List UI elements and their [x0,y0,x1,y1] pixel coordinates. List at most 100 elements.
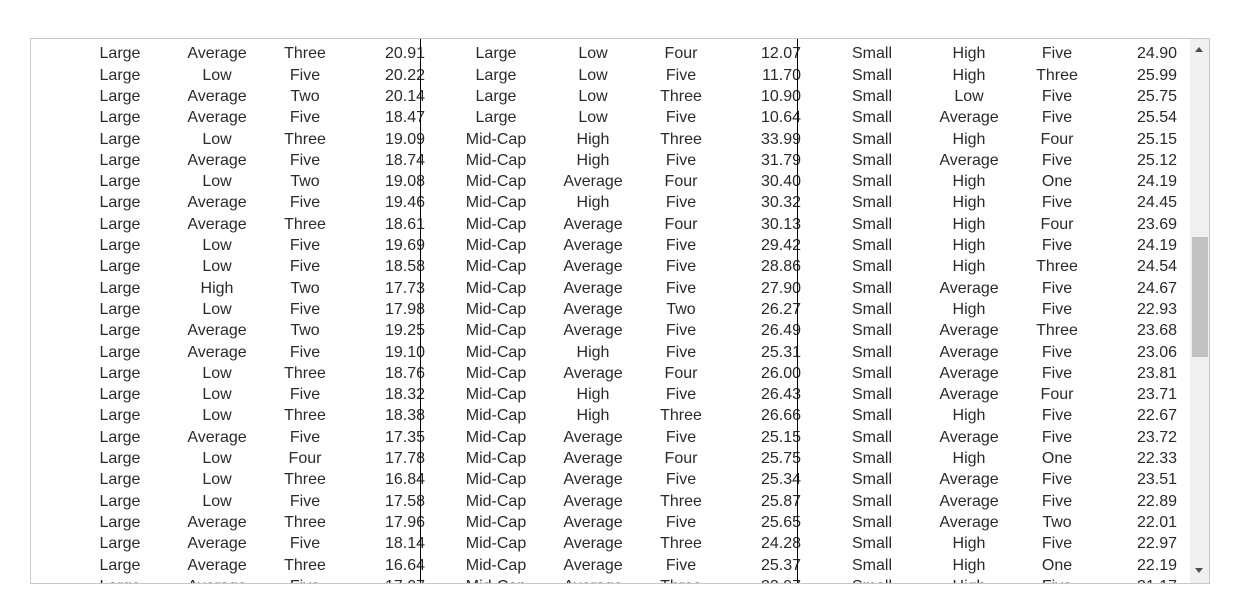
table-row: Large Low Five 11.70 [441,65,817,86]
table-row: SmallHighFive21.17 [817,576,1193,583]
value-cell: 25.15 [1136,130,1177,148]
table-row: Small Average Five 25.54 [817,107,1193,128]
cap-size-cell: Large [99,215,141,233]
value-cell: 26.49 [760,322,801,340]
value-cell: 30.32 [760,194,801,212]
risk-level-cell: Average [563,322,623,340]
rating-cell: Five [1041,194,1073,212]
table-row: Small High Five 24.19 [817,235,1193,256]
table-block-3: Small High Five 24.90 Small High Three 25.99 Sma… [817,39,1193,583]
cap-size-cell: Small [851,194,892,212]
table-row: Small High One 22.33 [817,448,1193,469]
table-row: Large Low Five 17.58 [65,491,441,512]
cap-size-cell: Mid-Cap [465,151,527,169]
rating-cell: Five [1041,300,1073,318]
table-row: Large Low Four 17.78 [65,448,441,469]
rating-cell: Three [284,130,326,148]
value-cell: 25.87 [760,492,801,510]
scrollbar-thumb[interactable] [1192,236,1208,357]
table-row: Large Average Five 18.47 [65,107,441,128]
risk-level-cell: Average [563,492,623,510]
cap-size-cell: Small [851,492,892,510]
rating-cell: Five [665,237,697,254]
value-cell: 25.75 [760,450,801,467]
value-cell: 24.90 [1136,45,1177,63]
value-cell: 31.79 [760,151,801,169]
rating-cell: Three [660,492,702,510]
cap-size-cell: Large [475,87,517,105]
cap-size-cell: Mid-Cap [465,130,527,148]
value-cell: 16.84 [384,471,425,489]
rating-cell: Five [289,386,321,404]
rating-cell: Five [1041,364,1073,382]
cap-size-cell: Large [475,45,517,63]
cap-size-cell: Large [99,87,141,105]
risk-level-cell: High [576,130,610,148]
risk-level-cell: Average [939,492,999,510]
rating-cell: Five [1041,151,1073,169]
table-row: Small Average Three 23.68 [817,320,1193,341]
table-row: Small Average Four 23.71 [817,384,1193,405]
value-cell: 24.19 [1136,237,1177,254]
risk-level-cell: Average [563,237,623,254]
scroll-down-arrow-icon[interactable] [1195,568,1203,573]
cap-size-cell: Mid-Cap [465,194,527,212]
value-cell: 25.54 [1136,109,1177,127]
risk-level-cell: Low [578,45,608,63]
rating-cell: Five [289,343,321,361]
rating-cell: Five [289,300,321,318]
value-cell: 25.99 [1136,66,1177,84]
value-cell: 29.42 [760,237,801,254]
table-row: Mid-Cap Average Four 30.40 [441,171,817,192]
risk-level-cell: Average [939,386,999,404]
rating-cell: Five [665,513,697,531]
value-cell: 22.19 [1136,556,1177,574]
cap-size-cell: Small [851,151,892,169]
table-row: Mid-Cap Average Five 26.49 [441,320,817,341]
risk-level-cell: High [576,386,610,404]
risk-level-cell: High [952,237,986,254]
risk-level-cell: Average [563,428,623,446]
table-row: Small High One 24.19 [817,171,1193,192]
risk-level-cell: High [952,130,986,148]
rating-cell: Three [284,471,326,489]
cap-size-cell: Small [851,535,892,553]
rating-cell: Five [665,556,697,574]
value-cell: 20.91 [384,45,425,63]
rating-cell: Five [1041,471,1073,489]
table-block-2: Large Low Four 12.07 Large Low Five 11.70 Large L… [441,39,817,583]
value-cell: 18.32 [384,386,425,404]
risk-level-cell: Average [939,322,999,340]
cap-size-cell: Large [99,109,141,127]
rating-cell: Five [1041,87,1073,105]
cap-size-cell: Large [99,151,141,169]
value-cell: 22.93 [1136,300,1177,318]
risk-level-cell: Average [538,576,648,583]
risk-level-cell: High [952,450,986,467]
risk-level-cell: Average [939,151,999,169]
table-row: Mid-Cap Average Three 25.87 [441,491,817,512]
value-cell: 23.68 [1136,322,1177,340]
scroll-up-arrow-icon[interactable] [1195,47,1203,52]
rating-cell: Four [664,173,698,191]
risk-level-cell: Average [187,343,247,361]
table-row: Large Low Five 18.32 [65,384,441,405]
value-cell: 24.19 [1136,173,1177,191]
table-row: Large High Two 17.73 [65,278,441,299]
vertical-scrollbar[interactable] [1190,39,1209,583]
risk-level-cell: Average [187,151,247,169]
value-cell: 12.07 [760,45,801,63]
cap-size-cell: Mid-Cap [465,428,527,446]
table-row: Mid-Cap High Five 30.32 [441,192,817,213]
value-cell: 22.97 [1136,535,1177,553]
rating-cell: Five [1041,407,1073,425]
rating-cell: Five [1041,237,1073,254]
rating-cell: Three [1036,322,1078,340]
cap-size-cell: Large [475,109,517,127]
value-cell: 24.45 [1136,194,1177,212]
risk-level-cell: High [952,556,986,574]
column-divider [797,39,798,583]
rating-cell: Four [1040,130,1074,148]
cap-size-cell: Mid-Cap [465,279,527,297]
cap-size-cell: Mid-Cap [465,300,527,318]
